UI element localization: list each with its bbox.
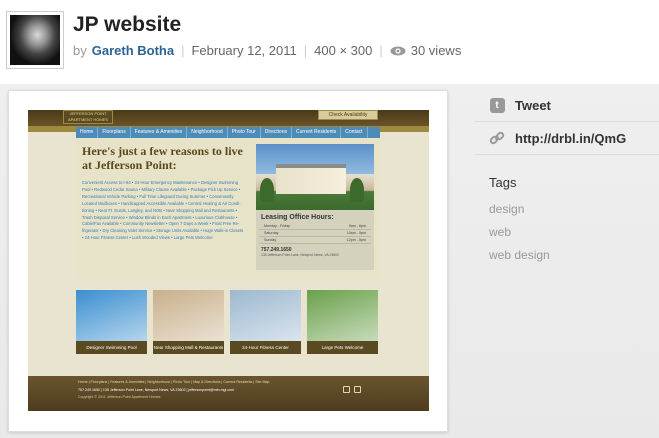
tree-shape (350, 178, 364, 202)
hours-phone: 757.249.1650 (261, 247, 292, 253)
footer-links: Home | Floorplans | Features & Amenities… (78, 380, 270, 384)
hours-row: Saturday 10am - 5pm (259, 230, 371, 237)
views-count: 30 views (410, 43, 462, 58)
hours-day: Monday - Friday (264, 224, 290, 228)
site-thumb-image (153, 290, 224, 341)
site-thumb-caption: Designer Swimming Pool (86, 345, 137, 350)
site-thumb: Near Shopping Mall & Restaurants (153, 290, 224, 354)
hours-table: Monday - Friday 9am - 6pm Saturday 10am - 5… (256, 223, 374, 244)
site-feature-line: Cable/Fax Available • Community Newslett… (82, 221, 240, 227)
shot-dimensions: 400 × 300 (314, 43, 373, 58)
author-link[interactable]: Gareth Botha (92, 43, 174, 58)
hours-time: 9am - 6pm (348, 224, 366, 228)
tag-link[interactable]: web (489, 225, 511, 239)
tag-link[interactable]: design (489, 202, 524, 216)
site-nav-item: Photo Tour (228, 127, 261, 138)
avatar-image (10, 15, 60, 65)
building-shape (276, 164, 346, 194)
site-feature-line: Trash Disposal Service • Window Blinds i… (82, 214, 238, 220)
site-thumb: Designer Swimming Pool (76, 290, 147, 354)
site-logo: JEFFERSON POINT APARTMENT HOMES (63, 110, 113, 124)
site-feature-line: tioning • Near Ft. Eustis, Langley, and … (82, 207, 238, 213)
site-thumb-image (307, 290, 378, 341)
site-thumb-image (230, 290, 301, 341)
tag-link[interactable]: web design (489, 248, 550, 262)
site-thumb-caption: Near Shopping Mall & Restaurants (153, 345, 224, 350)
shot-frame: JEFFERSON POINT APARTMENT HOMES Check Av… (8, 90, 448, 432)
tags-title: Tags (489, 175, 517, 190)
site-nav-item: Features & Amenities (131, 127, 188, 138)
site-nav-item: Contact (341, 127, 368, 138)
site-headline: Here's just a few reasons to live at Jef… (82, 144, 243, 172)
site-office-hours: Leasing Office Hours: Monday - Friday 9am… (256, 210, 374, 270)
tree-shape (260, 178, 274, 202)
site-nav-item: Directions (261, 127, 292, 138)
hours-day: Saturday (264, 231, 279, 235)
hours-row: Monday - Friday 9am - 6pm (259, 223, 371, 230)
site-header: JEFFERSON POINT APARTMENT HOMES Check Av… (28, 110, 429, 126)
footer-copyright: Copyright © 2011 Jefferson Point Apartme… (78, 395, 161, 399)
site-feature-line: Located Mailboxes • Handicapped Accessib… (82, 200, 241, 206)
site-feature-line: Convenient Access to I-64 • 24-Hour Emer… (82, 180, 239, 185)
site-thumb: 24-Hour Fitness Center (230, 290, 301, 354)
meta-separator: | (379, 43, 383, 58)
site-thumbnails: Designer Swimming Pool Near Shopping Mall… (76, 290, 380, 356)
by-label: by (73, 43, 87, 58)
hours-row: Sunday 12pm - 5pm (259, 237, 371, 244)
site-thumb: Large Pets Welcome (307, 290, 378, 354)
site-thumb-caption: Large Pets Welcome (321, 345, 364, 350)
site-building-photo (256, 144, 374, 210)
site-availability-button: Check Availability (318, 110, 378, 120)
footer-icons (343, 386, 361, 393)
meta-separator: | (181, 43, 185, 58)
twitter-icon: t (488, 96, 506, 114)
link-icon (488, 129, 506, 147)
footer-contact: 757.249.1650 | 135 Jefferson Point Lane,… (78, 388, 235, 392)
shot-title: JP website (73, 13, 182, 36)
shot-image[interactable]: JEFFERSON POINT APARTMENT HOMES Check Av… (28, 110, 429, 411)
site-feature-line: Recreational Vehicle Parking • Full Time… (82, 193, 234, 199)
site-thumb-image (76, 290, 147, 341)
accessibility-icon (354, 386, 361, 393)
site-nav: Home Floorplans Features & Amenities Neighb… (76, 127, 380, 138)
short-url-link[interactable]: http://drbl.in/QmG (475, 129, 626, 147)
hours-day: Sunday (264, 238, 277, 242)
site-thumb-caption: 24-Hour Fitness Center (242, 345, 289, 350)
site-nav-item: Home (76, 127, 99, 138)
site-feature-line: • 24-Hour Fitness Center • Lush Wooded V… (82, 235, 213, 241)
author-avatar[interactable] (6, 11, 64, 69)
content-area: JEFFERSON POINT APARTMENT HOMES Check Av… (0, 84, 659, 438)
eye-icon (390, 46, 406, 56)
hours-address: 135 Jefferson Point Lane, Newport News, … (261, 253, 339, 257)
site-feature-line: frigerator • Dry Cleaning Valet Service … (82, 228, 244, 234)
hours-time: 10am - 5pm (346, 231, 366, 235)
shot-header: JP website by Gareth Botha | February 12… (0, 0, 659, 84)
site-nav-item: Floorplans (98, 127, 131, 138)
site-footer: Home | Floorplans | Features & Amenities… (28, 376, 429, 411)
divider (475, 121, 659, 122)
shot-meta: by Gareth Botha | February 12, 2011 | 40… (73, 43, 461, 58)
site-features: Convenient Access to I-64 • 24-Hour Emer… (82, 180, 252, 242)
shot-date: February 12, 2011 (191, 43, 297, 58)
site-nav-item: Neighborhood (187, 127, 228, 138)
site-main: Here's just a few reasons to live at Jef… (76, 138, 380, 280)
site-feature-line: Pool • Redwood Cedar Sauna • Military Cl… (82, 186, 241, 192)
meta-separator: | (303, 43, 308, 58)
divider (475, 154, 659, 155)
hours-time: 12pm - 5pm (346, 238, 366, 242)
tweet-button[interactable]: t Tweet (475, 96, 551, 114)
tweet-label: Tweet (515, 97, 551, 113)
hours-title: Leasing Office Hours: (261, 214, 334, 221)
site-nav-item: Current Residents (292, 127, 342, 138)
short-url: http://drbl.in/QmG (515, 130, 627, 146)
equal-housing-icon (343, 386, 350, 393)
